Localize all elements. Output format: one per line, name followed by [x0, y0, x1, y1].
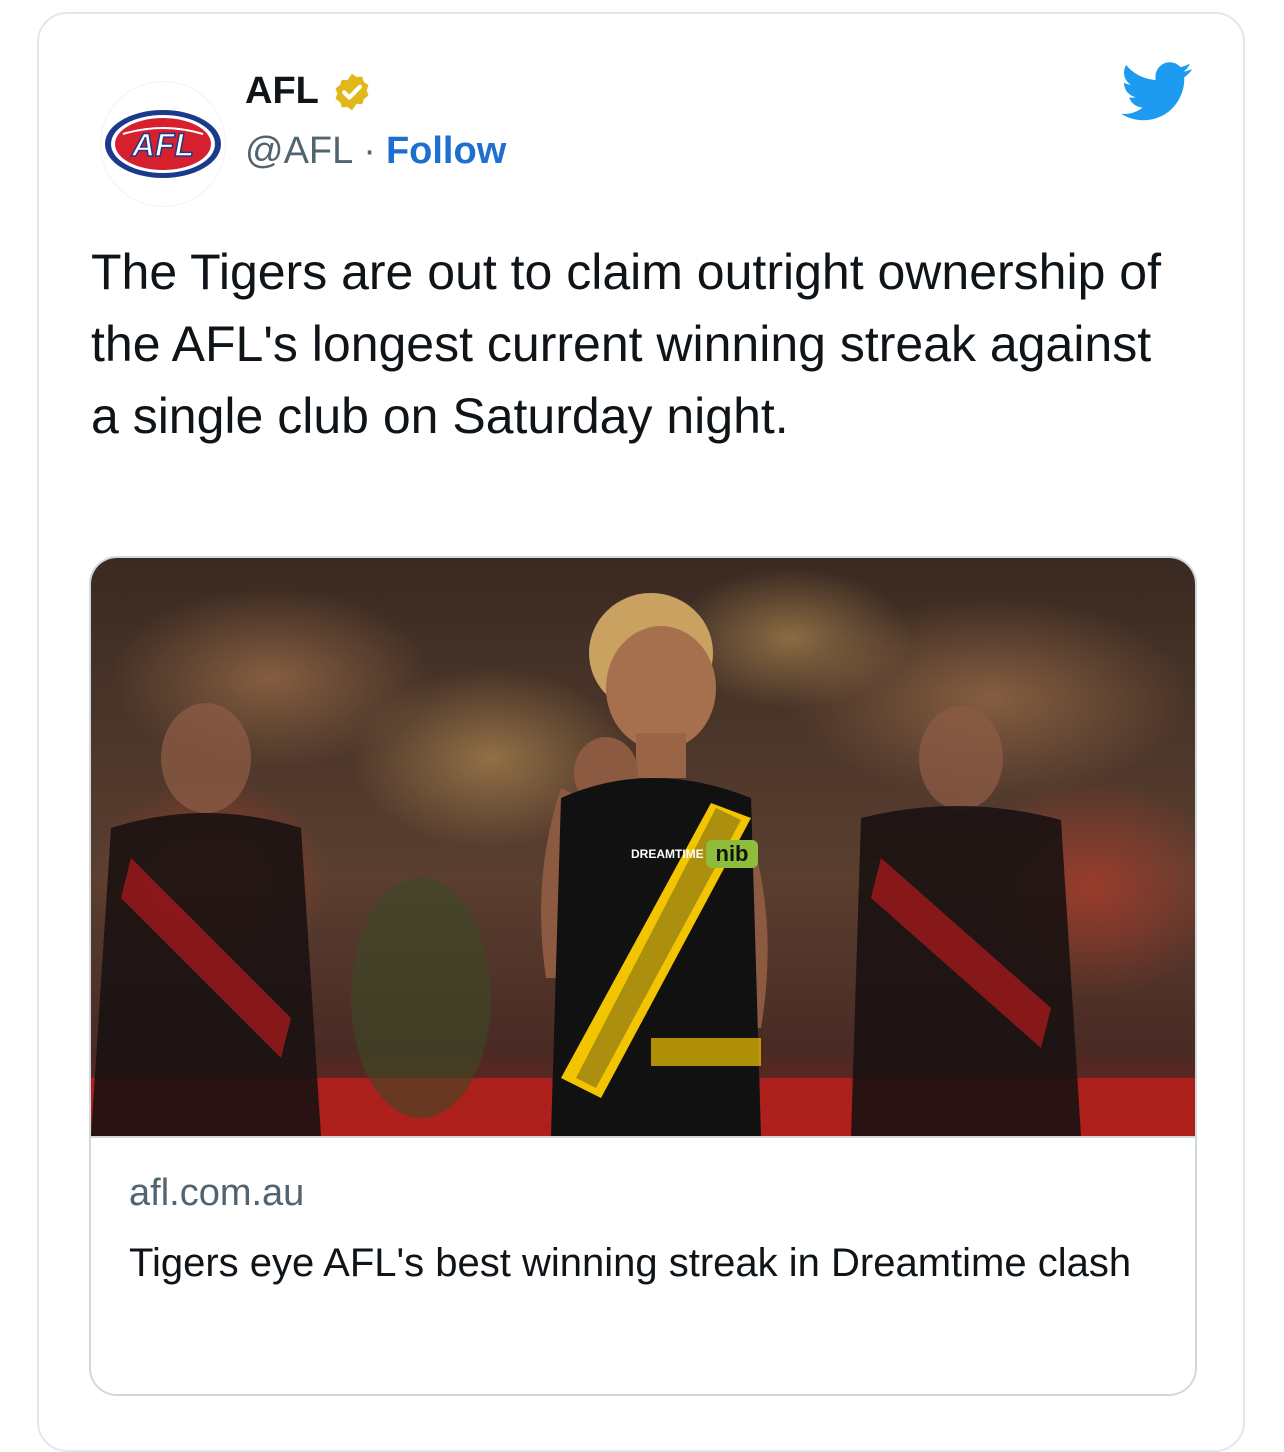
separator-dot: ·: [363, 130, 376, 172]
afl-logo: AFL: [105, 110, 221, 178]
verified-badge-icon: [335, 73, 369, 110]
twitter-bird-icon[interactable]: [1121, 62, 1193, 122]
author-handle[interactable]: @AFL: [245, 130, 353, 173]
link-preview-image: DREAMTIME nib: [91, 558, 1195, 1136]
link-domain: afl.com.au: [129, 1172, 305, 1214]
nib-sponsor-text: nib: [716, 841, 749, 866]
afl-logo-text: AFL: [131, 127, 194, 163]
handle-row: @AFL · Follow: [245, 130, 506, 173]
tweet-text: The Tigers are out to claim outright own…: [91, 244, 1161, 444]
jersey-text: DREAMTIME: [631, 847, 704, 861]
author-avatar[interactable]: AFL: [101, 82, 225, 206]
link-title[interactable]: Tigers eye AFL's best winning streak in …: [129, 1234, 1169, 1292]
author-name-text: AFL: [245, 70, 319, 112]
tweet-card: AFL AFL @AFL · Follow The Tigers are out…: [37, 12, 1245, 1452]
author-name[interactable]: AFL: [245, 70, 373, 113]
follow-link[interactable]: Follow: [386, 130, 506, 173]
link-preview-card[interactable]: DREAMTIME nib afl.com.au Tigers eye AFL'…: [89, 556, 1197, 1396]
link-card-divider: [91, 1136, 1195, 1138]
